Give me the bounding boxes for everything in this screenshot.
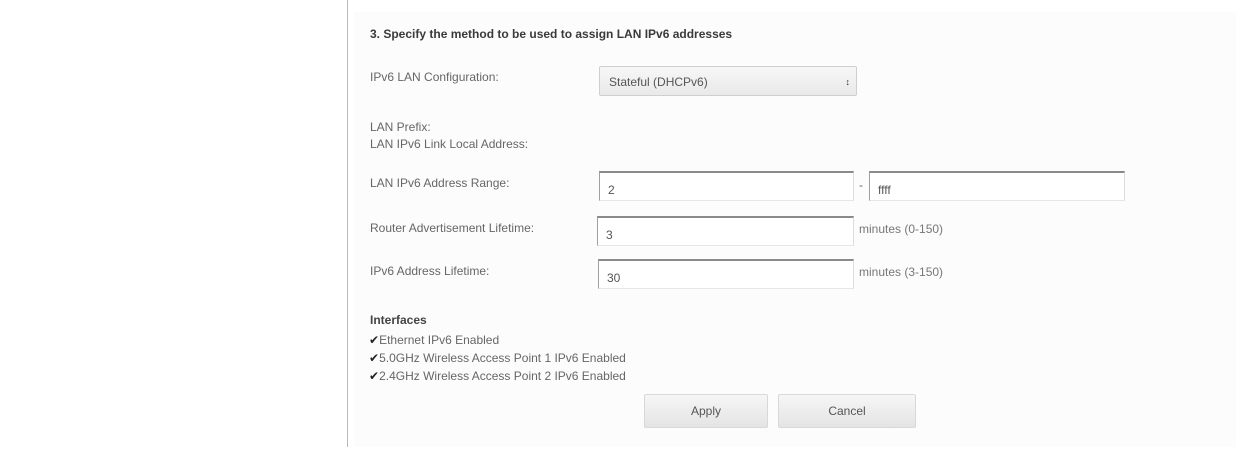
ipv6-address-lifetime-input[interactable]: [598, 259, 854, 289]
ipv6-lan-config-value: Stateful (DHCPv6): [609, 75, 708, 89]
router-advertisement-lifetime-label: Router Advertisement Lifetime:: [370, 221, 535, 235]
link-local-address-label: LAN IPv6 Link Local Address:: [370, 137, 529, 151]
interface-ethernet-label: Ethernet IPv6 Enabled: [379, 333, 500, 347]
apply-button[interactable]: Apply: [644, 394, 768, 428]
address-range-end-input[interactable]: [869, 171, 1125, 201]
checkmark-icon: ✔: [369, 369, 380, 383]
router-advertisement-lifetime-input[interactable]: [597, 216, 854, 246]
interface-ethernet-checkbox[interactable]: ✔Ethernet IPv6 Enabled: [369, 333, 499, 347]
ipv6-lan-config-label: IPv6 LAN Configuration:: [370, 70, 499, 84]
interface-24ghz-label: 2.4GHz Wireless Access Point 2 IPv6 Enab…: [379, 369, 626, 383]
router-advertisement-lifetime-hint: minutes (0-150): [859, 222, 944, 236]
section-title: 3. Specify the method to be used to assi…: [370, 27, 733, 41]
ipv6-address-lifetime-hint: minutes (3-150): [859, 265, 944, 279]
checkmark-icon: ✔: [369, 351, 380, 365]
interfaces-title: Interfaces: [370, 313, 427, 327]
updown-arrows-icon: ↕: [845, 77, 851, 87]
ipv6-lan-config-select[interactable]: Stateful (DHCPv6) ↕: [599, 66, 857, 96]
checkmark-icon: ✔: [369, 333, 380, 347]
interface-24ghz-checkbox[interactable]: ✔2.4GHz Wireless Access Point 2 IPv6 Ena…: [369, 369, 626, 383]
left-divider: [347, 0, 348, 447]
address-range-label: LAN IPv6 Address Range:: [370, 176, 510, 190]
address-range-start-input[interactable]: [599, 171, 854, 201]
cancel-button[interactable]: Cancel: [778, 394, 916, 428]
interface-5ghz-checkbox[interactable]: ✔5.0GHz Wireless Access Point 1 IPv6 Ena…: [369, 351, 626, 365]
lan-prefix-label: LAN Prefix:: [370, 120, 431, 134]
interface-5ghz-label: 5.0GHz Wireless Access Point 1 IPv6 Enab…: [379, 351, 626, 365]
address-range-separator: -: [859, 178, 863, 192]
ipv6-address-lifetime-label: IPv6 Address Lifetime:: [370, 264, 490, 278]
